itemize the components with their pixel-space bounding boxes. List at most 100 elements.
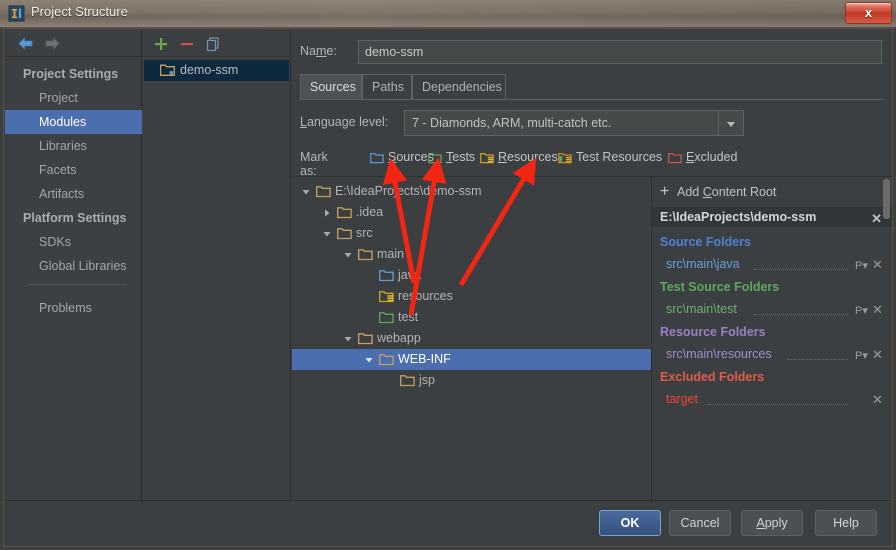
- remove-root-folder-icon[interactable]: ✕: [872, 256, 883, 274]
- content-root-path: E:\IdeaProjects\demo-ssm: [660, 210, 817, 224]
- plus-icon: +: [660, 183, 670, 200]
- leader-dots: [753, 268, 848, 270]
- module-list-item-demo-ssm[interactable]: demo-ssm: [144, 60, 289, 81]
- sidebar-item-platform-settings: Platform Settings: [23, 211, 127, 225]
- folder-blue-icon: [370, 151, 384, 170]
- arrow-left-icon[interactable]: [17, 36, 35, 51]
- root-folder-item[interactable]: src\main\resources P▾ ✕: [652, 345, 892, 363]
- tree-node-java[interactable]: java: [292, 265, 651, 286]
- mark-as-excluded-button[interactable]: Excluded: [668, 148, 748, 168]
- tree-node-main[interactable]: main: [292, 244, 651, 265]
- module-name-label: demo-ssm: [180, 63, 239, 77]
- folder-plain-icon: [379, 354, 394, 366]
- tree-node-webapp[interactable]: webapp: [292, 328, 651, 349]
- folder-testresources-icon: [558, 151, 572, 170]
- dialog-button-bar: OK Cancel Apply Help: [5, 500, 891, 545]
- roots-scrollbar[interactable]: [883, 179, 890, 219]
- module-name-input[interactable]: demo-ssm: [358, 40, 882, 64]
- language-level-select[interactable]: 7 - Diamonds, ARM, multi-catch etc.: [404, 110, 744, 136]
- sidebar-item-facets[interactable]: Facets: [5, 158, 142, 182]
- apply-button[interactable]: Apply: [741, 510, 803, 536]
- mark-as-label-excluded: Excluded: [686, 150, 738, 164]
- chevron-down-icon[interactable]: [323, 230, 331, 238]
- folder-green-icon: [428, 153, 442, 164]
- leader-dots: [786, 358, 848, 360]
- mark-as-label-tests: Tests: [446, 150, 476, 164]
- root-folder-item[interactable]: target ✕: [652, 390, 892, 408]
- sidebar-item-project[interactable]: Project: [5, 86, 142, 110]
- add-module-button[interactable]: [152, 35, 170, 53]
- group-title-excluded-folders: Excluded Folders: [660, 370, 765, 384]
- remove-root-folder-icon[interactable]: ✕: [872, 301, 883, 319]
- folder-resources-icon: [480, 153, 494, 164]
- chevron-down-icon[interactable]: [365, 356, 373, 364]
- title-bar-gradient: [0, 0, 896, 27]
- tree-node-label: main: [377, 247, 405, 261]
- sidebar-item-libraries[interactable]: Libraries: [5, 134, 142, 158]
- chevron-down-icon[interactable]: [344, 335, 352, 343]
- help-button[interactable]: Help: [815, 510, 877, 536]
- tree-node-src[interactable]: src: [292, 223, 651, 244]
- remove-module-button[interactable]: [178, 35, 196, 53]
- name-label: Name:: [300, 44, 337, 58]
- folder-red-icon: [668, 151, 682, 170]
- close-button[interactable]: x: [845, 2, 892, 24]
- tree-node-label: webapp: [377, 331, 421, 345]
- tab-dependencies[interactable]: Dependencies: [412, 74, 506, 99]
- mark-as-test-resources-button[interactable]: Test Resources: [558, 148, 668, 168]
- tree-node-jsp[interactable]: jsp: [292, 370, 651, 391]
- chevron-right-icon[interactable]: [323, 209, 331, 217]
- folder-testresources-icon: [558, 153, 572, 164]
- add-content-root-label: Add Content Root: [677, 185, 777, 199]
- chevron-down-icon[interactable]: [344, 251, 352, 259]
- folder-plain-icon: [337, 207, 352, 219]
- root-folder-item[interactable]: src\main\test P▾ ✕: [652, 300, 892, 318]
- chevron-down-icon[interactable]: [302, 188, 310, 196]
- language-level-value: 7 - Diamonds, ARM, multi-catch etc.: [412, 116, 612, 130]
- content-root-tree[interactable]: E:\IdeaProjects\demo-ssm .idea src main java…: [292, 176, 652, 514]
- folder-resources-icon: [480, 151, 494, 170]
- dialog-body: Project Settings Project Modules Libraries F…: [3, 28, 893, 547]
- chevron-down-icon[interactable]: [718, 111, 743, 135]
- root-folder-path: src\main\java: [666, 257, 740, 271]
- sidebar-item-modules[interactable]: Modules: [5, 110, 142, 134]
- remove-root-folder-icon[interactable]: ✕: [872, 391, 883, 409]
- package-prefix-icon[interactable]: P▾: [855, 302, 868, 320]
- folder-blue-icon: [379, 270, 394, 282]
- sidebar-item-problems[interactable]: Problems: [5, 296, 142, 320]
- package-prefix-icon[interactable]: P▾: [855, 347, 868, 365]
- mark-as-label-resources: Resources: [498, 150, 558, 164]
- language-level-label: Language level:: [300, 115, 389, 129]
- tree-node-resources[interactable]: resources: [292, 286, 651, 307]
- group-title-source-folders: Source Folders: [660, 235, 751, 249]
- tab-sources[interactable]: Sources: [300, 74, 362, 99]
- ok-button[interactable]: OK: [599, 510, 661, 536]
- copy-icon: [206, 37, 219, 52]
- package-prefix-icon[interactable]: P▾: [855, 257, 868, 275]
- tree-node-.idea[interactable]: .idea: [292, 202, 651, 223]
- language-level-row: Language level: 7 - Diamonds, ARM, multi…: [300, 110, 884, 136]
- remove-content-root-icon[interactable]: ✕: [871, 209, 882, 229]
- sidebar-item-global-libraries[interactable]: Global Libraries: [5, 254, 142, 278]
- folder-plain-icon: [316, 186, 331, 198]
- tree-node-e-ideaprojects-demo-ssm[interactable]: E:\IdeaProjects\demo-ssm: [292, 181, 651, 202]
- leader-dots: [753, 313, 848, 315]
- mark-as-label-sources: Sources: [388, 150, 434, 164]
- tab-paths[interactable]: Paths: [362, 74, 412, 99]
- root-folder-item[interactable]: src\main\java P▾ ✕: [652, 255, 892, 273]
- sidebar-item-artifacts[interactable]: Artifacts: [5, 182, 142, 206]
- mark-as-resources-button[interactable]: Resources: [480, 148, 566, 168]
- remove-root-folder-icon[interactable]: ✕: [872, 346, 883, 364]
- minus-icon: [181, 43, 193, 46]
- tree-node-label: .idea: [356, 205, 384, 219]
- tree-node-test[interactable]: test: [292, 307, 651, 328]
- cancel-button[interactable]: Cancel: [669, 510, 731, 536]
- folder-green-icon: [379, 312, 394, 324]
- arrow-right-icon[interactable]: [43, 36, 61, 51]
- copy-module-button[interactable]: [204, 35, 222, 53]
- mark-as-tests-button[interactable]: Tests: [428, 148, 486, 168]
- tree-node-web-inf[interactable]: WEB-INF: [292, 349, 651, 370]
- module-tabs: Sources Paths Dependencies: [300, 74, 884, 100]
- sidebar-item-sdks[interactable]: SDKs: [5, 230, 142, 254]
- folder-red-icon: [668, 153, 682, 164]
